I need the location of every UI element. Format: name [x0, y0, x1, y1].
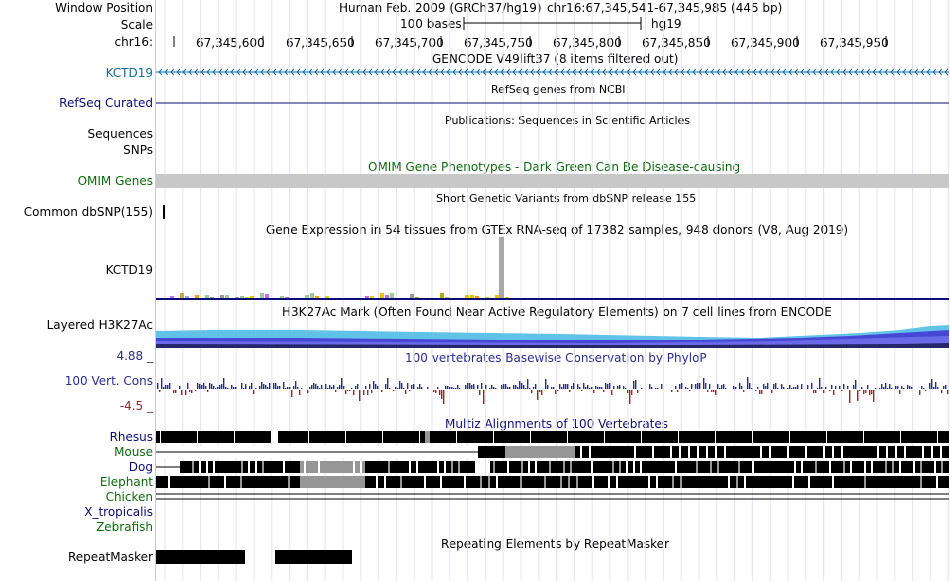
phylop-bars[interactable] — [157, 377, 949, 404]
browser-tracks-canvas[interactable] — [0, 0, 950, 581]
gtex-expression-bars[interactable] — [170, 237, 509, 298]
multiz-alignments[interactable] — [156, 431, 949, 500]
gencode-gene-feature[interactable] — [156, 68, 949, 76]
ruler-ticks — [173, 36, 887, 47]
omim-feature[interactable] — [156, 174, 949, 188]
scale-bar — [463, 17, 642, 30]
dbsnp-variant[interactable] — [163, 205, 165, 219]
h3k27ac-signal[interactable] — [156, 325, 949, 348]
